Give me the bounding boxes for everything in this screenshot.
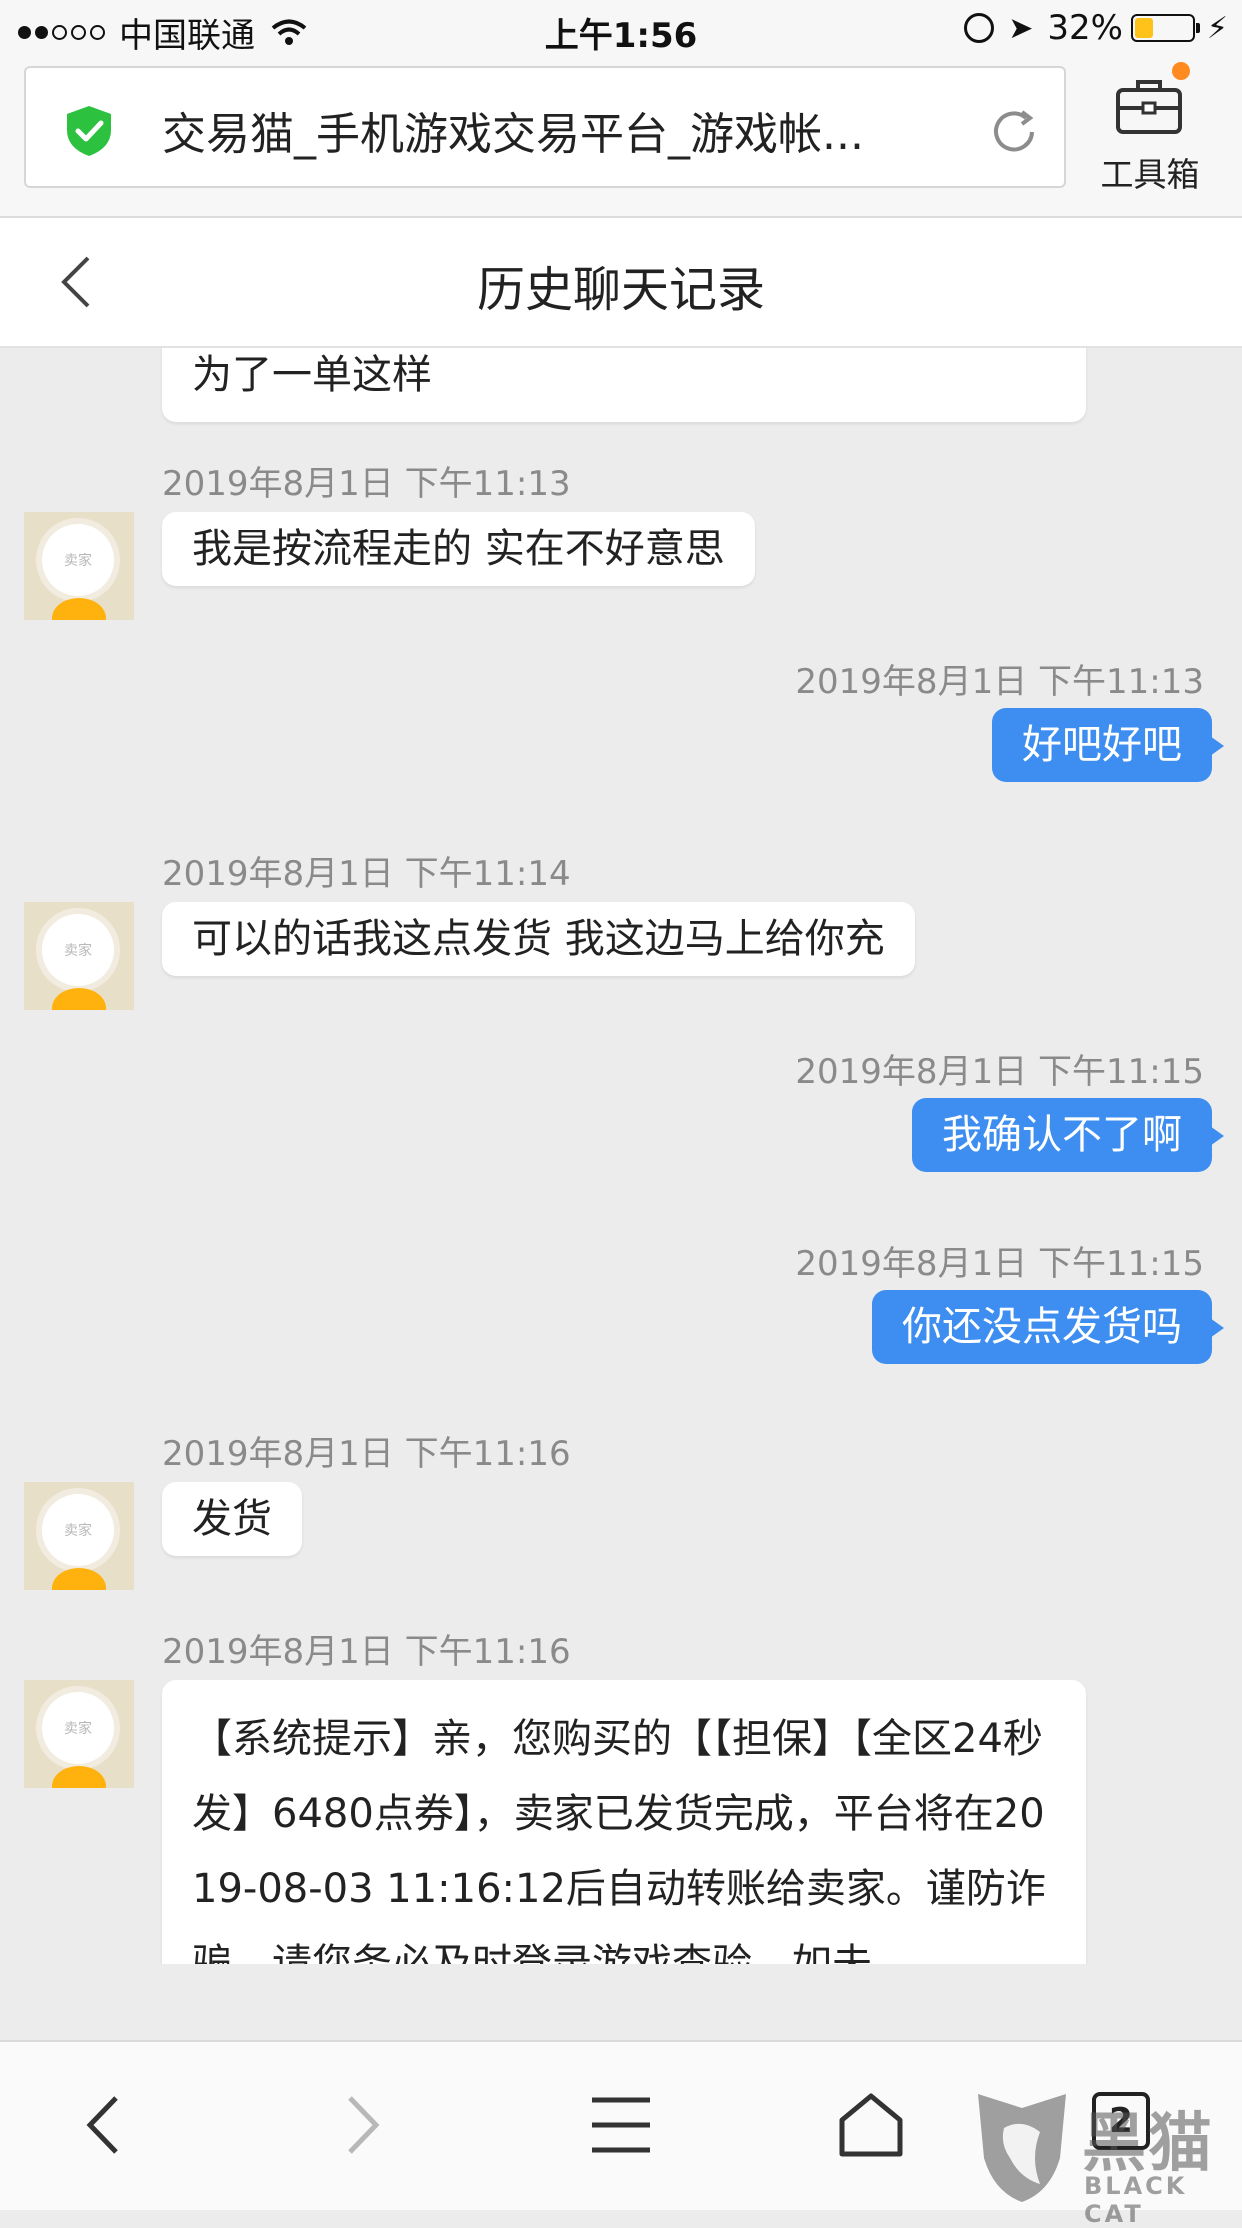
chat-bubble-incoming: 为了一单这样 [162,348,1086,422]
address-bar[interactable]: 交易猫_手机游戏交易平台_游戏帐... [24,66,1066,188]
home-icon[interactable] [836,2090,906,2160]
seller-avatar[interactable]: 卖家 [24,1482,134,1590]
message-timestamp: 2019年8月1日 下午11:13 [795,662,1204,702]
battery-icon [1130,14,1200,42]
chat-bubble-incoming: 发货 [162,1482,302,1556]
message-timestamp: 2019年8月1日 下午11:14 [162,854,571,894]
forward-icon[interactable] [326,2090,396,2160]
chat-bubble-outgoing: 你还没点发货吗 [872,1290,1224,1364]
message-timestamp: 2019年8月1日 下午11:15 [795,1244,1204,1284]
system-notice-bubble: 【系统提示】亲，您购买的【【担保】【全区24秒发】6480点券】，卖家已发货完成… [162,1680,1086,1964]
status-right: ➤ 32% ⚡ [964,8,1228,48]
notification-dot [1172,62,1190,80]
status-bar: 中国联通 上午1:56 ➤ 32% ⚡ [0,0,1242,62]
page-header: 历史聊天记录 [0,218,1242,348]
browser-toolbar: 交易猫_手机游戏交易平台_游戏帐... 工具箱 [0,62,1242,218]
toolbox-label: 工具箱 [1100,155,1200,194]
seller-avatar[interactable]: 卖家 [24,512,134,620]
message-timestamp: 2019年8月1日 下午11:13 [162,464,571,504]
chat-bubble-outgoing: 好吧好吧 [992,708,1224,782]
chat-bubble-incoming: 可以的话我这点发货 我这边马上给你充 [162,902,915,976]
page-url-title[interactable]: 交易猫_手机游戏交易平台_游戏帐... [162,98,962,162]
rotation-lock-icon [964,13,995,43]
menu-icon[interactable] [586,2090,656,2160]
blackcat-watermark: 黑猫 BLACK CAT [970,2088,1242,2228]
charging-bolt-icon: ⚡ [1206,10,1228,46]
seller-avatar[interactable]: 卖家 [24,902,134,1010]
toolbox-button[interactable]: 工具箱 [1090,62,1220,194]
seller-avatar[interactable]: 卖家 [24,1680,134,1788]
page-title: 历史聊天记录 [476,262,765,318]
location-arrow-icon: ➤ [1008,10,1034,46]
back-icon[interactable] [70,2090,140,2160]
reload-icon[interactable] [986,104,1042,160]
security-shield-icon [67,106,111,156]
toolbox-icon [1116,80,1182,134]
message-timestamp: 2019年8月1日 下午11:15 [795,1052,1204,1092]
chat-bubble-outgoing: 我确认不了啊 [912,1098,1224,1172]
chat-bubble-incoming: 我是按流程走的 实在不好意思 [162,512,755,586]
battery-percent: 32% [1047,8,1123,48]
message-timestamp: 2019年8月1日 下午11:16 [162,1434,571,1474]
black-cat-logo-icon [978,2094,1066,2202]
watermark-cn: 黑猫 [1082,2107,1214,2181]
message-timestamp: 2019年8月1日 下午11:16 [162,1632,571,1672]
chat-history[interactable]: 为了一单这样 2019年8月1日 下午11:13 卖家 我是按流程走的 实在不好… [0,348,1242,1964]
watermark-en: BLACK CAT [1084,2172,1188,2228]
